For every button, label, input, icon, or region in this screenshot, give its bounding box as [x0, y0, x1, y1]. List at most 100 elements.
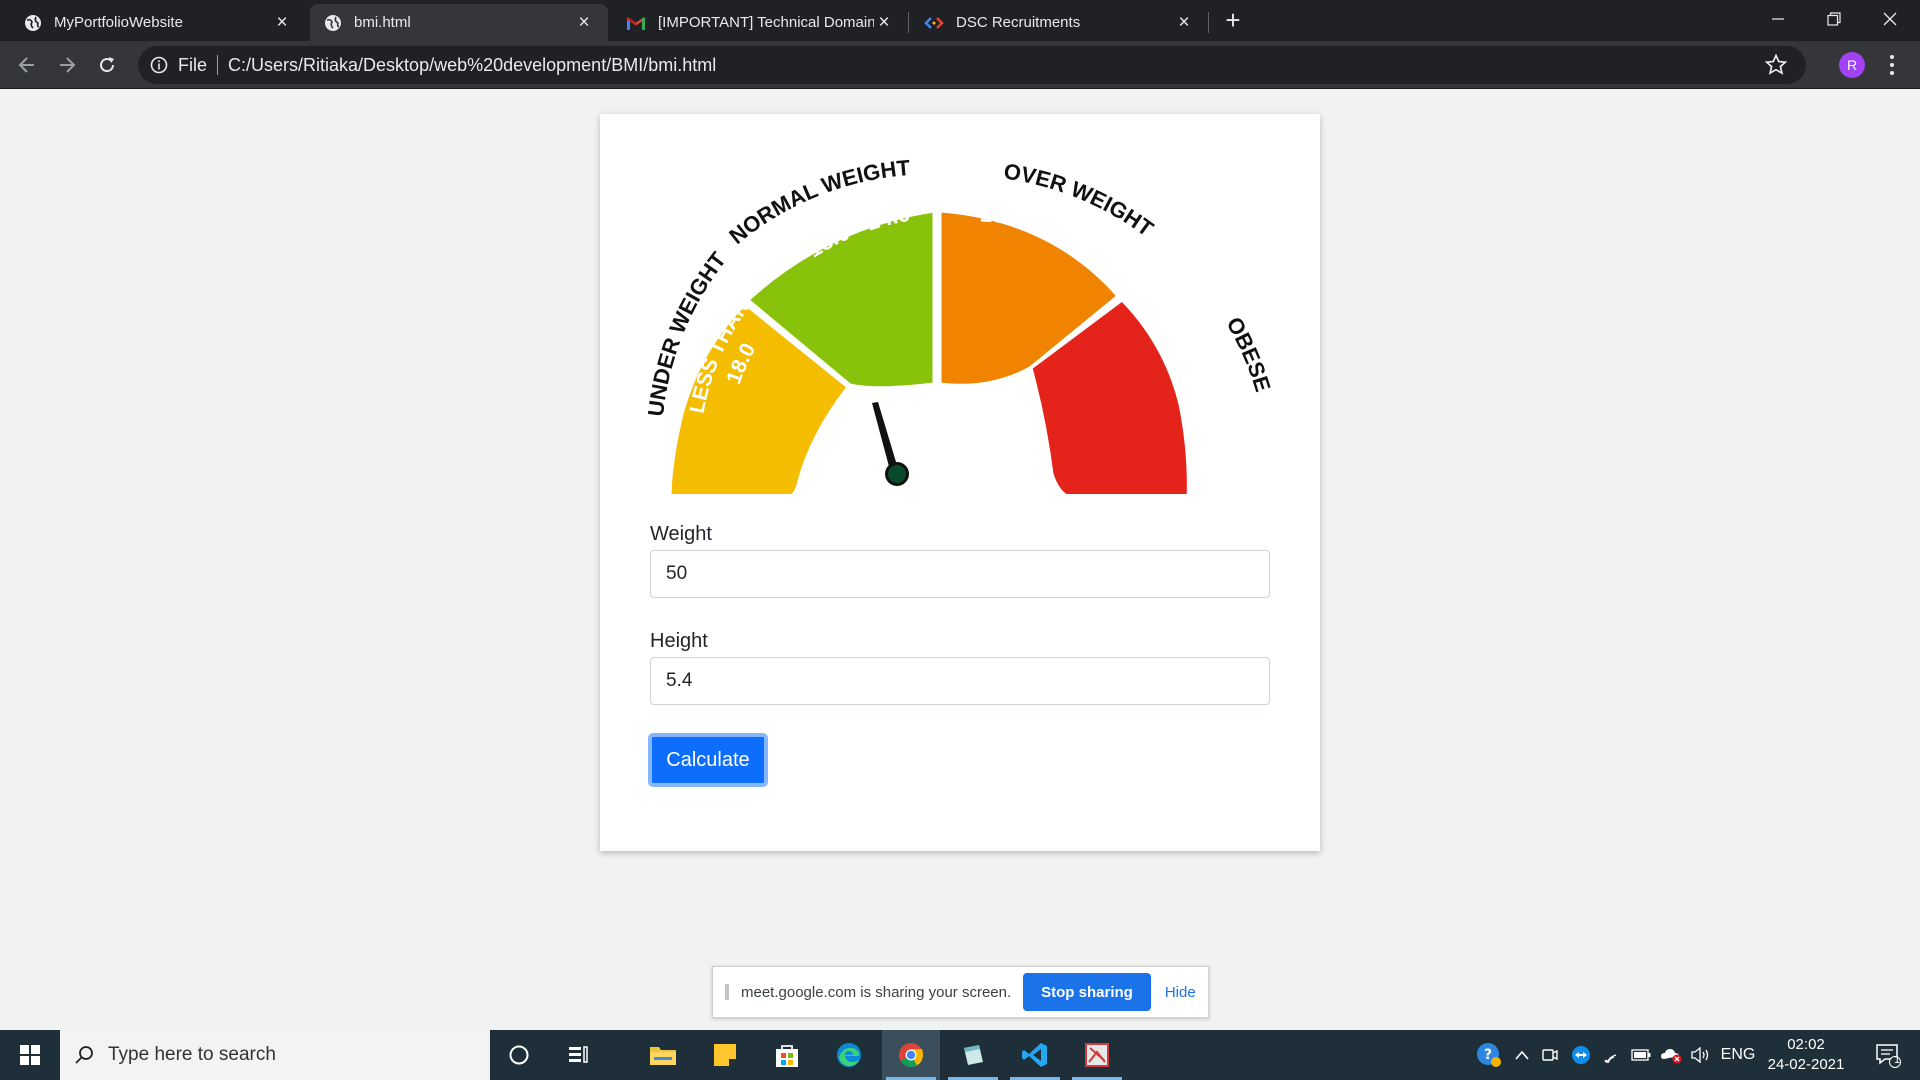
- arrow-right-icon: [60, 57, 76, 73]
- wifi-icon: [1604, 1054, 1617, 1063]
- clock-date: 24-02-2021: [1767, 1056, 1845, 1073]
- forward-button[interactable]: [51, 49, 83, 81]
- share-message: meet.google.com is sharing your screen.: [741, 983, 1012, 1001]
- address-bar[interactable]: File C:/Users/Ritiaka/Desktop/web%20deve…: [138, 46, 1806, 84]
- profile-avatar[interactable]: R: [1839, 52, 1865, 78]
- globe-icon: [25, 14, 41, 31]
- height-input[interactable]: [650, 657, 1270, 705]
- task-view-button[interactable]: [550, 1030, 608, 1080]
- svg-text:?: ?: [1484, 1047, 1492, 1063]
- page-viewport: UNDER WEIGHT NORMAL WEIGHT OVER WEIGHT O…: [0, 89, 1920, 1030]
- address-divider: [217, 55, 219, 75]
- browser-tab-strip: MyPortfolioWebsite × bmi.html × [IMPORTA…: [0, 0, 1920, 41]
- hide-link[interactable]: Hide: [1165, 984, 1196, 1001]
- back-button[interactable]: [11, 49, 43, 81]
- reload-icon: [100, 57, 115, 73]
- sticky-notes-button[interactable]: [696, 1030, 754, 1080]
- camera-icon: [1542, 1049, 1558, 1061]
- onedrive-error-icon: [1661, 1049, 1682, 1064]
- battery-tray-button[interactable]: [1628, 1030, 1654, 1080]
- calculate-button[interactable]: Calculate: [648, 733, 768, 787]
- tab-divider: [1208, 12, 1209, 33]
- close-icon[interactable]: ×: [1174, 12, 1194, 34]
- info-icon: [150, 56, 168, 74]
- tab-title: [IMPORTANT] Technical Domain Interview: [658, 14, 874, 31]
- tab-title: bmi.html: [354, 14, 411, 31]
- folder-icon: [650, 1047, 676, 1065]
- meet-now-tray-button[interactable]: [1538, 1030, 1562, 1080]
- onedrive-tray-button[interactable]: [1658, 1030, 1686, 1080]
- sticky-notes-icon: [714, 1044, 736, 1066]
- file-explorer-button[interactable]: [634, 1030, 692, 1080]
- gauge-needle: [872, 402, 909, 486]
- globe-icon: [325, 14, 341, 31]
- minimize-button[interactable]: [1750, 0, 1806, 38]
- new-tab-button[interactable]: +: [1220, 7, 1246, 33]
- windows-taskbar: Type here to search ? ENG 02:02 24-02-20…: [0, 1030, 1920, 1080]
- task-view-icon: [569, 1046, 588, 1063]
- help-icon: ?: [1477, 1043, 1501, 1067]
- bmi-gauge: UNDER WEIGHT NORMAL WEIGHT OVER WEIGHT O…: [643, 155, 1276, 494]
- battery-icon: [1631, 1049, 1651, 1061]
- snip-sketch-icon: [1085, 1043, 1109, 1067]
- action-center-button[interactable]: 1: [1866, 1030, 1910, 1080]
- tab-title: MyPortfolioWebsite: [54, 14, 183, 31]
- reload-button[interactable]: [91, 49, 123, 81]
- chrome-button[interactable]: [882, 1030, 940, 1080]
- close-icon[interactable]: ×: [574, 12, 594, 34]
- close-icon: [1883, 12, 1897, 26]
- store-icon: [776, 1045, 798, 1067]
- vscode-button[interactable]: [1006, 1030, 1064, 1080]
- teamviewer-tray-button[interactable]: [1568, 1030, 1594, 1080]
- volume-icon: [1691, 1047, 1709, 1063]
- taskbar-clock[interactable]: 02:02 24-02-2021: [1758, 1035, 1854, 1075]
- edge-button[interactable]: [820, 1030, 878, 1080]
- snip-sketch-button[interactable]: [1068, 1030, 1126, 1080]
- volume-tray-button[interactable]: [1688, 1030, 1714, 1080]
- tab-title: DSC Recruitments: [956, 14, 1081, 31]
- tab-bmi-html[interactable]: bmi.html ×: [310, 4, 608, 41]
- wifi-tray-button[interactable]: [1598, 1030, 1624, 1080]
- restore-button[interactable]: [1806, 0, 1862, 38]
- teamviewer-icon: [1572, 1046, 1590, 1064]
- tab-divider: [908, 12, 909, 33]
- tab-important-technical-domain[interactable]: [IMPORTANT] Technical Domain Interview ×: [612, 4, 908, 41]
- show-hidden-icons-button[interactable]: [1508, 1030, 1536, 1080]
- minimize-icon: [1772, 18, 1784, 20]
- gauge-label-obese: OBESE: [1222, 313, 1276, 395]
- screen-share-bar: meet.google.com is sharing your screen. …: [712, 966, 1209, 1018]
- browser-menu-button[interactable]: [1882, 50, 1902, 80]
- search-placeholder: Type here to search: [108, 1044, 276, 1065]
- weight-input[interactable]: [650, 550, 1270, 598]
- google-developers-icon: [924, 16, 944, 29]
- clock-time: 02:02: [1787, 1036, 1825, 1053]
- app-button[interactable]: [944, 1030, 1002, 1080]
- cortana-icon: [509, 1045, 529, 1065]
- tab-my-portfolio-website[interactable]: MyPortfolioWebsite ×: [10, 4, 306, 41]
- weight-label: Weight: [650, 523, 712, 545]
- notification-count: 1: [1894, 1054, 1901, 1066]
- browser-toolbar: File C:/Users/Ritiaka/Desktop/web%20deve…: [0, 41, 1920, 89]
- edge-icon: [837, 1043, 861, 1067]
- chrome-icon: [899, 1043, 924, 1068]
- microsoft-store-button[interactable]: [758, 1030, 816, 1080]
- url-text: C:/Users/Ritiaka/Desktop/web%20developme…: [228, 54, 717, 75]
- stop-sharing-button[interactable]: Stop sharing: [1023, 973, 1151, 1011]
- vscode-icon: [1022, 1043, 1047, 1067]
- drag-handle-icon[interactable]: [725, 984, 729, 1000]
- tab-dsc-recruitments[interactable]: DSC Recruitments ×: [910, 4, 1208, 41]
- help-tray-button[interactable]: ?: [1472, 1030, 1506, 1080]
- gmail-icon: [626, 16, 646, 30]
- cortana-button[interactable]: [490, 1030, 548, 1080]
- taskbar-search-box[interactable]: Type here to search: [60, 1030, 490, 1080]
- bmi-card: UNDER WEIGHT NORMAL WEIGHT OVER WEIGHT O…: [600, 114, 1320, 851]
- language-indicator[interactable]: ENG: [1718, 1030, 1758, 1080]
- scheme-label: File: [178, 54, 208, 75]
- arrow-left-icon: [18, 57, 34, 73]
- bookmark-star-icon[interactable]: [1764, 53, 1788, 77]
- close-icon[interactable]: ×: [874, 12, 894, 34]
- close-icon[interactable]: ×: [272, 12, 292, 34]
- chevron-up-icon: [1515, 1050, 1529, 1060]
- close-window-button[interactable]: [1862, 0, 1918, 38]
- start-button[interactable]: [0, 1030, 60, 1080]
